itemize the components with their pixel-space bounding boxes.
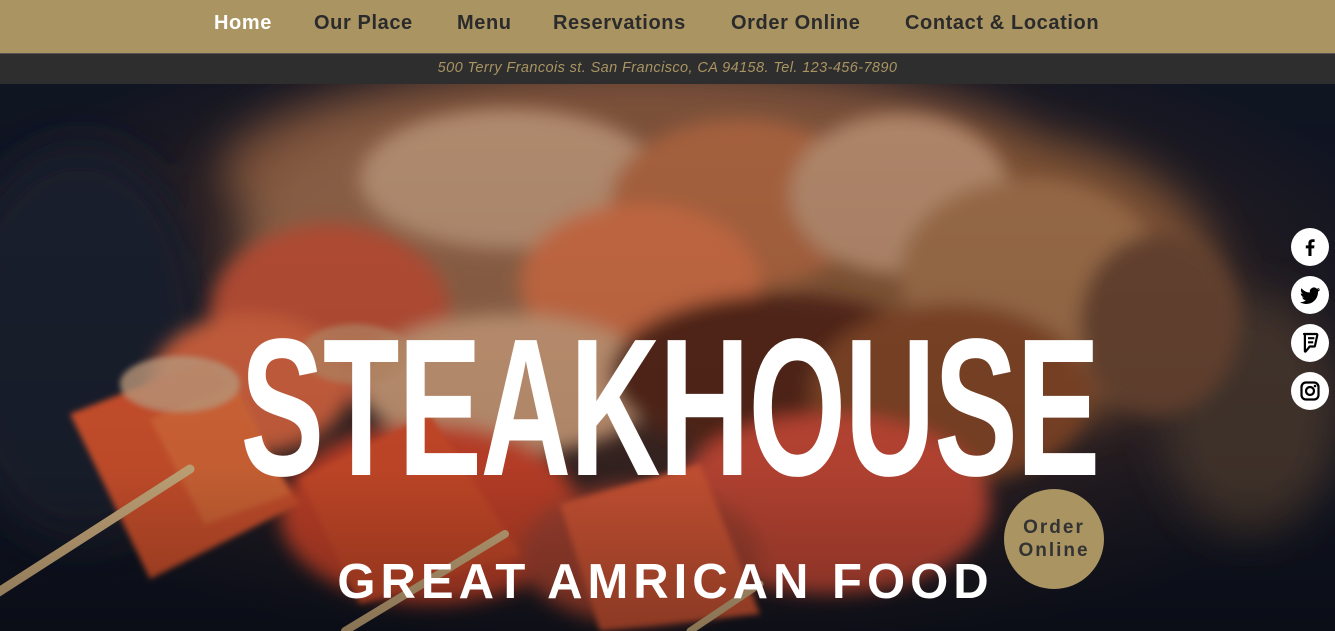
nav-reservations[interactable]: Reservations [553,12,686,35]
nav-home[interactable]: Home [214,12,272,35]
social-link-instagram[interactable] [1291,372,1329,410]
nav-menu[interactable]: Menu [457,12,512,35]
nav-order-online[interactable]: Order Online [731,12,860,35]
social-link-foursquare[interactable] [1291,324,1329,362]
nav-contact-location[interactable]: Contact & Location [905,12,1099,35]
order-online-label: Order Online [1018,517,1090,561]
top-navigation: Home Our Place Menu Reservations Order O… [0,0,1335,53]
twitter-icon [1300,287,1320,304]
facebook-icon [1305,239,1315,256]
address-text: 500 Terry Francois st. San Francisco, CA… [437,60,898,76]
hero-title: STEAKHOUSE [240,298,1100,517]
order-online-button[interactable]: Order Online [1004,489,1104,589]
hero-section: STEAKHOUSE GREAT AMRICAN FOOD Order Onli… [0,84,1335,631]
hero-subtitle: GREAT AMRICAN FOOD [337,555,994,609]
address-bar: 500 Terry Francois st. San Francisco, CA… [0,53,1335,84]
social-link-facebook[interactable] [1291,228,1329,266]
social-link-twitter[interactable] [1291,276,1329,314]
nav-our-place[interactable]: Our Place [314,12,413,35]
instagram-icon [1300,381,1320,401]
foursquare-icon [1302,332,1319,353]
